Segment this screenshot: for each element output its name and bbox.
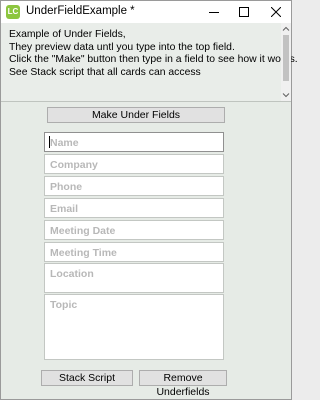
instructions-line: They preview data untl you type into the… [9, 41, 235, 53]
location-field[interactable]: Location [44, 263, 224, 293]
maximize-icon [239, 7, 249, 17]
app-window: LC UnderFieldExample * Example of Under … [0, 0, 298, 400]
stack-script-button[interactable]: Stack Script [41, 370, 133, 386]
title-bar[interactable]: LC UnderFieldExample * [1, 1, 291, 23]
email-placeholder: Email [50, 203, 79, 215]
name-placeholder: Name [50, 137, 79, 149]
phone-placeholder: Phone [50, 181, 83, 193]
meeting-date-placeholder: Meeting Date [50, 225, 116, 237]
instructions-line: Click the "Make" button then type in a f… [9, 54, 298, 65]
meeting-time-placeholder: Meeting Time [50, 247, 117, 259]
meeting-time-field[interactable]: Meeting Time [44, 242, 224, 262]
email-field[interactable]: Email [44, 198, 224, 218]
maximize-button[interactable] [229, 1, 259, 23]
minimize-icon [209, 12, 219, 13]
company-placeholder: Company [50, 159, 98, 171]
remove-underfields-button[interactable]: Remove Underfields [139, 370, 227, 398]
instructions-text: Example of Under Fields, They preview da… [9, 29, 298, 79]
close-icon [271, 7, 281, 17]
close-button[interactable] [261, 1, 291, 23]
meeting-date-field[interactable]: Meeting Date [44, 220, 224, 240]
topic-field[interactable]: Topic [44, 294, 224, 360]
make-under-fields-button[interactable]: Make Under Fields [47, 107, 225, 123]
vertical-scrollbar[interactable] [281, 23, 291, 101]
instructions-field[interactable]: Example of Under Fields, They preview da… [1, 23, 298, 102]
location-placeholder: Location [50, 268, 94, 280]
instructions-line: Example of Under Fields, [9, 29, 126, 40]
scrollbar-thumb[interactable] [283, 35, 289, 81]
scroll-up-icon[interactable] [282, 25, 290, 33]
phone-field[interactable]: Phone [44, 176, 224, 196]
company-field[interactable]: Company [44, 154, 224, 174]
minimize-button[interactable] [199, 1, 229, 23]
topic-placeholder: Topic [50, 299, 78, 311]
instructions-line: See Stack script that all cards can acce… [9, 66, 201, 78]
name-field[interactable]: Name [44, 132, 224, 152]
app-icon: LC [6, 5, 20, 19]
window-title: UnderFieldExample * [26, 5, 135, 17]
scroll-down-icon[interactable] [282, 91, 290, 99]
